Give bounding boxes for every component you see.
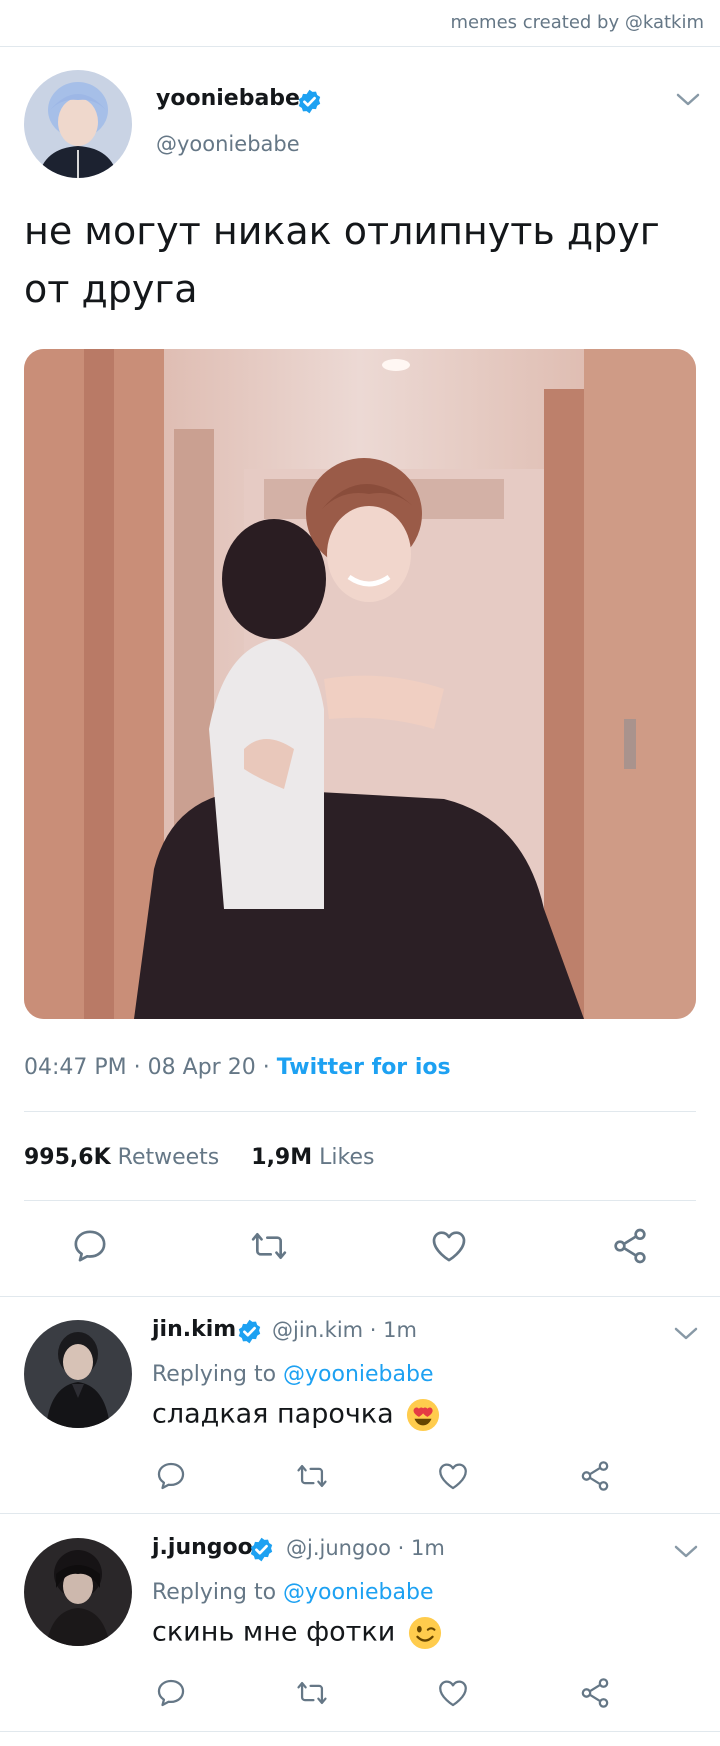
chevron-down-icon[interactable]	[673, 1326, 699, 1342]
heart-eyes-emoji-icon	[406, 1398, 440, 1432]
share-icon[interactable]	[578, 1459, 612, 1493]
retweet-icon[interactable]	[295, 1459, 329, 1493]
divider	[24, 1111, 696, 1112]
reply-age: 1m	[383, 1318, 417, 1342]
replying-to: Replying to @yooniebabe	[152, 1362, 434, 1387]
reply-display-name[interactable]: j.jungoo	[152, 1535, 253, 1560]
retweet-icon[interactable]	[295, 1676, 329, 1710]
divider	[0, 1296, 720, 1297]
reply-handle[interactable]: @jin.kim	[272, 1318, 363, 1342]
replying-to-mention[interactable]: @yooniebabe	[283, 1362, 433, 1387]
replying-to-prefix: Replying to	[152, 1580, 277, 1605]
handle[interactable]: @yooniebabe	[156, 132, 300, 156]
reply-handle-line: @jin.kim · 1m	[272, 1318, 417, 1342]
like-icon[interactable]	[429, 1226, 469, 1266]
avatar[interactable]	[24, 70, 132, 178]
replying-to-prefix: Replying to	[152, 1362, 277, 1387]
share-icon[interactable]	[610, 1226, 650, 1266]
tweet-time: 04:47 PM	[24, 1055, 127, 1080]
meta-separator: ·	[262, 1055, 277, 1080]
tweet-text: не могут никак отлипнуть друг от друга	[24, 209, 660, 311]
replying-to-mention[interactable]: @yooniebabe	[283, 1580, 433, 1605]
reply-text: скинь мне фотки	[152, 1616, 396, 1648]
divider	[0, 1731, 720, 1732]
reply-avatar[interactable]	[24, 1538, 132, 1646]
verified-badge-icon	[248, 1536, 275, 1563]
wink-emoji-icon	[408, 1616, 442, 1650]
verified-badge-icon	[296, 88, 323, 115]
display-name[interactable]: yooniebabe	[156, 86, 300, 111]
divider	[24, 1200, 696, 1201]
reply-text-line: скинь мне фотки	[152, 1616, 442, 1650]
chevron-down-icon[interactable]	[675, 92, 701, 108]
tweet-stats: 995,6K Retweets 1,9M Likes	[24, 1145, 374, 1170]
reply-handle[interactable]: @j.jungoo	[286, 1536, 391, 1560]
reply-icon[interactable]	[154, 1459, 188, 1493]
retweets-count[interactable]: 995,6K	[24, 1145, 111, 1170]
share-icon[interactable]	[578, 1676, 612, 1710]
retweets-label[interactable]: Retweets	[118, 1145, 220, 1170]
reply-age: 1m	[411, 1536, 445, 1560]
like-icon[interactable]	[436, 1676, 470, 1710]
reply-text: сладкая парочка	[152, 1398, 394, 1430]
likes-count[interactable]: 1,9M	[251, 1145, 312, 1170]
tweet-meta: 04:47 PM · 08 Apr 20 · Twitter for ios	[24, 1055, 451, 1080]
retweet-icon[interactable]	[249, 1226, 289, 1266]
replying-to: Replying to @yooniebabe	[152, 1580, 434, 1605]
likes-label[interactable]: Likes	[319, 1145, 374, 1170]
like-icon[interactable]	[436, 1459, 470, 1493]
tweet-date: 08 Apr 20	[147, 1055, 256, 1080]
reply-display-name[interactable]: jin.kim	[152, 1317, 236, 1342]
tweet-photo[interactable]	[24, 349, 696, 1019]
credit-text: memes created by @katkim	[450, 12, 704, 33]
reply-avatar[interactable]	[24, 1320, 132, 1428]
chevron-down-icon[interactable]	[673, 1544, 699, 1560]
reply-handle-line: @j.jungoo · 1m	[286, 1536, 445, 1560]
reply-text-line: сладкая парочка	[152, 1398, 440, 1432]
divider	[0, 1513, 720, 1514]
meta-separator: ·	[133, 1055, 148, 1080]
tweet-source-link[interactable]: Twitter for ios	[277, 1055, 451, 1080]
credit-bar: memes created by @katkim	[0, 0, 720, 47]
reply-icon[interactable]	[154, 1676, 188, 1710]
verified-badge-icon	[236, 1318, 263, 1345]
reply-icon[interactable]	[70, 1226, 110, 1266]
